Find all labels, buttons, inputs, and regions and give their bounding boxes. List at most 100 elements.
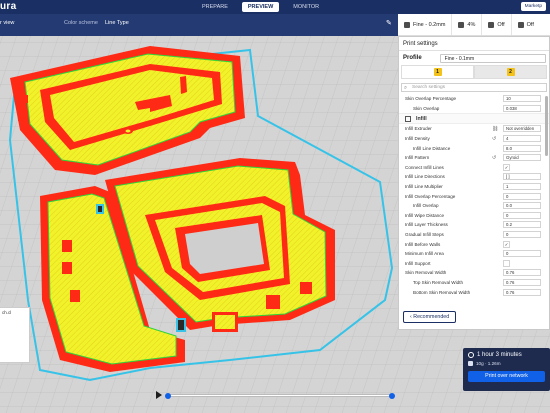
marketplace-button[interactable]: Marketp xyxy=(520,2,546,11)
settings-search-input[interactable]: ⌕ Search settings xyxy=(401,83,547,92)
setting-label: Infill Layer Thickness xyxy=(405,222,448,228)
play-icon[interactable] xyxy=(156,391,162,399)
setting-label: Infill Line Directions xyxy=(405,174,445,180)
path-slider-handle-start[interactable] xyxy=(165,393,171,399)
settings-list[interactable]: Skin Overlap Percentage 10 Skin Overlap 0.0… xyxy=(399,94,549,309)
print-time-label: 1 hour 3 minutes xyxy=(477,352,522,358)
profile-label: Profile xyxy=(403,55,422,61)
object-list-item[interactable]: ch.cl xyxy=(2,310,11,315)
reset-icon[interactable]: ↺ xyxy=(492,136,496,142)
setting-row-infill-support: Infill Support xyxy=(399,259,549,269)
setting-input[interactable]: [ ] xyxy=(503,173,541,181)
stage-tab-monitor[interactable]: MONITOR xyxy=(287,2,325,12)
search-icon: ⌕ xyxy=(404,85,408,91)
setting-label: Infill Overlap Percentage xyxy=(405,193,456,199)
material-usage: 10g · 1.26m xyxy=(468,361,545,366)
setting-label: Infill Overlap xyxy=(413,203,439,209)
support-summary[interactable]: Off xyxy=(482,14,512,35)
setting-input[interactable]: 1 xyxy=(503,183,541,191)
setting-label: Skin Overlap Percentage xyxy=(405,96,457,102)
infill-summary[interactable]: 4% xyxy=(452,14,483,35)
recommended-button[interactable]: ‹ Recommended xyxy=(403,311,457,323)
setting-input[interactable]: 4 xyxy=(503,135,541,143)
link-icon[interactable]: ⛓ xyxy=(492,126,498,132)
infill-summary-label: 4% xyxy=(467,21,476,28)
top-bar: ura PREPARE PREVIEW MONITOR Marketp xyxy=(0,0,550,14)
setting-label: Skin Removal Width xyxy=(405,270,447,276)
extruder-2-icon: 2 xyxy=(506,68,515,76)
support-summary-label: Off xyxy=(497,21,505,28)
setting-label: Infill Extruder xyxy=(405,126,432,132)
print-settings-summary[interactable]: Fine - 0.2mm 4% Off Off xyxy=(398,14,550,36)
pencil-icon[interactable]: ✎ xyxy=(386,19,392,27)
app-logo: ura xyxy=(0,1,17,12)
stage-tab-prepare[interactable]: PREPARE xyxy=(196,2,234,12)
profile-dropdown[interactable]: Fine - 0.1mm xyxy=(439,53,546,63)
setting-label: Gradual Infill Steps xyxy=(405,232,444,238)
view-type-selector[interactable]: r view xyxy=(0,20,14,26)
recommended-label: Recommended xyxy=(413,314,450,320)
setting-input[interactable]: 0 xyxy=(503,231,541,239)
setting-input[interactable]: 8.0 xyxy=(503,144,541,152)
setting-input[interactable]: 0.76 xyxy=(503,288,541,296)
material-usage-label: 10g · 1.26m xyxy=(476,361,501,366)
adhesion-summary[interactable]: Off xyxy=(512,14,540,35)
print-over-network-button[interactable]: Print over network xyxy=(468,371,545,382)
stage-tab-preview[interactable]: PREVIEW xyxy=(241,2,280,12)
setting-checkbox[interactable]: ✓ xyxy=(503,240,510,248)
setting-input[interactable]: 0.76 xyxy=(503,278,541,286)
setting-input[interactable]: 0.2 xyxy=(503,221,541,229)
adhesion-icon xyxy=(517,21,524,28)
profile-icon xyxy=(404,21,410,28)
setting-input[interactable]: 0.76 xyxy=(503,269,541,277)
setting-label: Infill Pattern xyxy=(405,155,430,161)
setting-input[interactable]: 0.038 xyxy=(503,104,541,112)
layer-playback xyxy=(156,391,395,399)
path-slider[interactable] xyxy=(165,393,395,399)
setting-row-minimum-infill-area: Minimum Infill Area 0 xyxy=(399,249,549,259)
setting-input[interactable]: 0 xyxy=(503,250,541,258)
setting-row-infill-line-distance: Infill Line Distance 8.0 xyxy=(399,143,549,153)
setting-input[interactable]: 0 xyxy=(503,192,541,200)
setting-label: Minimum Infill Area xyxy=(405,251,444,257)
setting-input[interactable]: 0.0 xyxy=(503,202,541,210)
setting-label: Top Skin Removal Width xyxy=(413,279,464,285)
setting-row-skin-overlap: Skin Overlap 0.038 xyxy=(399,104,549,114)
setting-input[interactable]: 10 xyxy=(503,95,541,103)
print-settings-panel: Print settings Profile Fine - 0.1mm 1 2 … xyxy=(398,36,550,330)
extruder-tab-1[interactable]: 1 xyxy=(401,65,474,79)
setting-checkbox[interactable]: ✓ xyxy=(503,163,510,171)
settings-scrollbar[interactable] xyxy=(545,96,548,156)
setting-checkbox[interactable] xyxy=(503,259,510,267)
profile-summary[interactable]: Fine - 0.2mm xyxy=(398,14,453,35)
setting-input[interactable]: Gyroid xyxy=(503,154,541,162)
setting-row-infill-before-walls: Infill Before Walls ✓ xyxy=(399,239,549,249)
extruder-tabs: 1 2 xyxy=(401,65,547,79)
extruder-1-icon: 1 xyxy=(433,68,442,76)
setting-row-infill-overlap-percentage: Infill Overlap Percentage 0 xyxy=(399,191,549,201)
stage-tabs: PREPARE PREVIEW MONITOR xyxy=(196,2,325,12)
print-time: 1 hour 3 minutes xyxy=(468,352,545,358)
support-icon xyxy=(488,21,495,28)
object-list[interactable]: ch.cl xyxy=(0,307,30,363)
path-slider-handle-end[interactable] xyxy=(389,393,395,399)
setting-row-infill-pattern: Infill Pattern ↺ Gyroid xyxy=(399,153,549,163)
clock-icon xyxy=(468,352,474,358)
reset-icon[interactable]: ↺ xyxy=(492,155,496,161)
setting-row-infill-layer-thickness: Infill Layer Thickness 0.2 xyxy=(399,220,549,230)
setting-row-infill-extruder: Infill Extruder ⛓ Not overridden xyxy=(399,124,549,134)
setting-row-infill-density: Infill Density ↺ 4 xyxy=(399,134,549,144)
extruder-tab-2[interactable]: 2 xyxy=(474,65,547,79)
category-infill[interactable]: Infill xyxy=(399,113,549,125)
search-placeholder: Search settings xyxy=(412,85,446,90)
setting-row-bottom-skin-removal-width: Bottom Skin Removal Width 0.76 xyxy=(399,287,549,297)
setting-row-skin-overlap-percentage: Skin Overlap Percentage 10 xyxy=(399,94,549,104)
setting-label: Skin Overlap xyxy=(413,105,440,111)
setting-label: Bottom Skin Removal Width xyxy=(413,289,471,295)
adhesion-summary-label: Off xyxy=(526,21,534,28)
color-scheme-dropdown[interactable]: Line Type xyxy=(105,20,129,26)
setting-input[interactable]: Not overridden xyxy=(503,125,541,133)
print-output-card: 1 hour 3 minutes 10g · 1.26m Print over … xyxy=(463,348,550,391)
setting-input[interactable]: 0 xyxy=(503,211,541,219)
panel-title: Print settings xyxy=(399,37,549,51)
